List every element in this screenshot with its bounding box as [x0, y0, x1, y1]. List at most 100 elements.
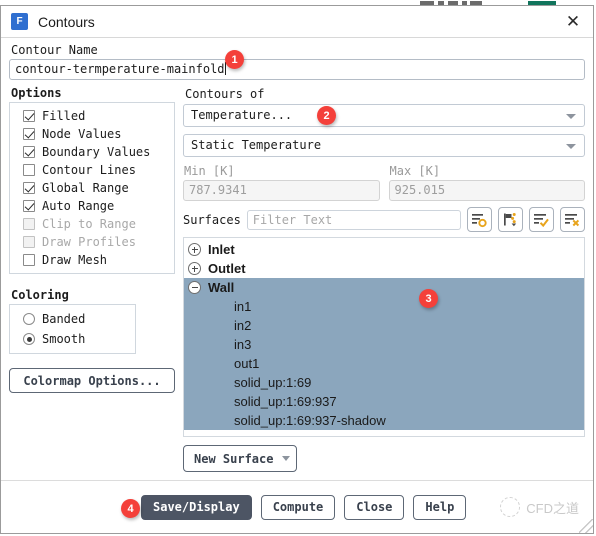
checkbox-boundary-values[interactable] — [23, 146, 35, 158]
option-auto-range[interactable]: Auto Range — [15, 197, 169, 215]
coloring-banded[interactable]: Banded — [15, 309, 130, 329]
min-input: 787.9341 — [183, 180, 380, 201]
option-global-range[interactable]: Global Range — [15, 179, 169, 197]
option-label: Filled — [42, 109, 86, 123]
tree-group-outlet[interactable]: Outlet — [184, 259, 584, 278]
tree-group-inlet[interactable]: Inlet — [184, 240, 584, 259]
radio-smooth[interactable] — [23, 333, 35, 345]
option-draw-profiles: Draw Profiles — [15, 233, 169, 251]
tree-item-label: solid_up:1:69:937 — [234, 394, 337, 409]
radio-banded[interactable] — [23, 313, 35, 325]
checkbox-draw-mesh[interactable] — [23, 254, 35, 266]
step-badge-1: 1 — [225, 50, 244, 69]
tree-item-in3[interactable]: in3 — [184, 335, 584, 354]
tree-item-label: in3 — [234, 337, 252, 352]
surfaces-tree[interactable]: Inlet Outlet Wall in1 in2 in3 out1 solid… — [183, 237, 585, 437]
chevron-down-icon — [566, 144, 576, 149]
contours-dialog: F Contours ✕ Contour Name contour-termpe… — [0, 5, 594, 534]
tree-item-solid-up-1-69-937[interactable]: solid_up:1:69:937 — [184, 392, 584, 411]
select-all-check-icon[interactable] — [529, 207, 554, 232]
surfaces-toolbar: Surfaces Filter Text — [183, 207, 585, 232]
checkbox-filled[interactable] — [23, 110, 35, 122]
option-draw-mesh[interactable]: Draw Mesh — [15, 251, 169, 269]
contours-of-category-value: Temperature... — [191, 108, 293, 122]
watermark: CFD之道 — [500, 497, 579, 517]
footer-buttons: Save/Display Compute Close Help — [141, 494, 467, 520]
min-field-group: Min [K] 787.9341 — [183, 164, 380, 201]
option-label: Contour Lines — [42, 163, 136, 177]
contour-name-input[interactable]: contour-termperature-mainfold — [9, 59, 585, 80]
min-label: Min [K] — [184, 164, 235, 178]
close-icon[interactable]: ✕ — [559, 10, 587, 34]
help-button[interactable]: Help — [413, 494, 467, 520]
dialog-body: Contour Name contour-termperature-mainfo… — [1, 38, 593, 480]
new-surface-wrap: New Surface — [183, 445, 585, 472]
contours-of-category-select[interactable]: Temperature... — [183, 104, 585, 127]
checkbox-global-range[interactable] — [23, 182, 35, 194]
collapse-minus-icon[interactable] — [188, 281, 201, 294]
option-label: Node Values — [42, 127, 122, 141]
dialog-footer: Save/Display Compute Close Help CFD之道 — [1, 480, 593, 533]
chevron-down-icon — [566, 114, 576, 119]
max-input: 925.015 — [388, 180, 585, 201]
contours-of-field-value: Static Temperature — [191, 138, 322, 152]
option-label: Global Range — [42, 181, 129, 195]
new-surface-label: New Surface — [194, 451, 274, 466]
option-boundary-values[interactable]: Boundary Values — [15, 143, 169, 161]
resize-grip[interactable] — [579, 519, 593, 533]
coloring-label: Smooth — [42, 332, 86, 346]
tree-item-in1[interactable]: in1 — [184, 297, 584, 316]
step-badge-3: 3 — [419, 289, 438, 308]
options-group: Filled Node Values Boundary Values Conto… — [9, 102, 175, 274]
tree-item-label: in2 — [234, 318, 252, 333]
fluent-app-icon: F — [11, 13, 28, 30]
new-surface-button[interactable]: New Surface — [183, 445, 298, 472]
watermark-logo-icon — [500, 497, 521, 517]
list-circle-icon[interactable] — [467, 207, 492, 232]
checkbox-contour-lines[interactable] — [23, 164, 35, 176]
coloring-group: Banded Smooth — [9, 304, 136, 354]
tree-item-label: out1 — [234, 356, 260, 371]
surfaces-filter-input[interactable]: Filter Text — [246, 209, 461, 230]
contours-of-field-select[interactable]: Static Temperature — [183, 134, 585, 157]
colormap-options-button[interactable]: Colormap Options... — [9, 368, 175, 393]
chevron-down-icon — [282, 456, 291, 461]
coloring-group-title: Coloring — [11, 288, 69, 302]
tree-item-in2[interactable]: in2 — [184, 316, 584, 335]
save-display-button[interactable]: Save/Display — [141, 494, 252, 520]
tree-item-label: Inlet — [208, 242, 235, 257]
option-label: Draw Mesh — [42, 253, 108, 267]
max-label: Max [K] — [389, 164, 441, 178]
title-bar: F Contours ✕ — [1, 6, 593, 38]
tree-item-out1[interactable]: out1 — [184, 354, 584, 373]
tree-group-wall[interactable]: Wall — [184, 278, 584, 297]
right-column: Contours of Temperature... Static Temper… — [183, 86, 585, 472]
tree-item-solid-up-1-69-937-shadow[interactable]: solid_up:1:69:937-shadow — [184, 411, 584, 430]
tree-item-solid-up-1-69[interactable]: solid_up:1:69 — [184, 373, 584, 392]
options-group-title: Options — [11, 86, 62, 100]
option-node-values[interactable]: Node Values — [15, 125, 169, 143]
filter-flag-icon[interactable] — [498, 207, 523, 232]
option-contour-lines[interactable]: Contour Lines — [15, 161, 169, 179]
left-column: Options Filled Node Values Boundary Valu… — [9, 86, 175, 472]
page-title: Contours — [38, 13, 95, 30]
option-label: Auto Range — [42, 199, 115, 213]
expand-plus-icon[interactable] — [188, 243, 201, 256]
expand-plus-icon[interactable] — [188, 262, 201, 275]
deselect-all-x-icon[interactable] — [560, 207, 585, 232]
watermark-text: CFD之道 — [526, 500, 579, 516]
checkbox-draw-profiles — [23, 236, 35, 248]
option-label: Draw Profiles — [42, 235, 136, 249]
coloring-label: Banded — [42, 312, 86, 326]
tree-item-label: in1 — [234, 299, 252, 314]
step-badge-2: 2 — [317, 106, 336, 125]
close-button[interactable]: Close — [344, 494, 405, 520]
compute-button[interactable]: Compute — [260, 494, 336, 520]
contour-name-value: contour-termperature-mainfold — [15, 62, 225, 76]
checkbox-node-values[interactable] — [23, 128, 35, 140]
checkbox-auto-range[interactable] — [23, 200, 35, 212]
coloring-smooth[interactable]: Smooth — [15, 329, 130, 349]
surfaces-label: Surfaces — [183, 212, 241, 227]
option-filled[interactable]: Filled — [15, 107, 169, 125]
tree-item-label: Outlet — [208, 261, 246, 276]
